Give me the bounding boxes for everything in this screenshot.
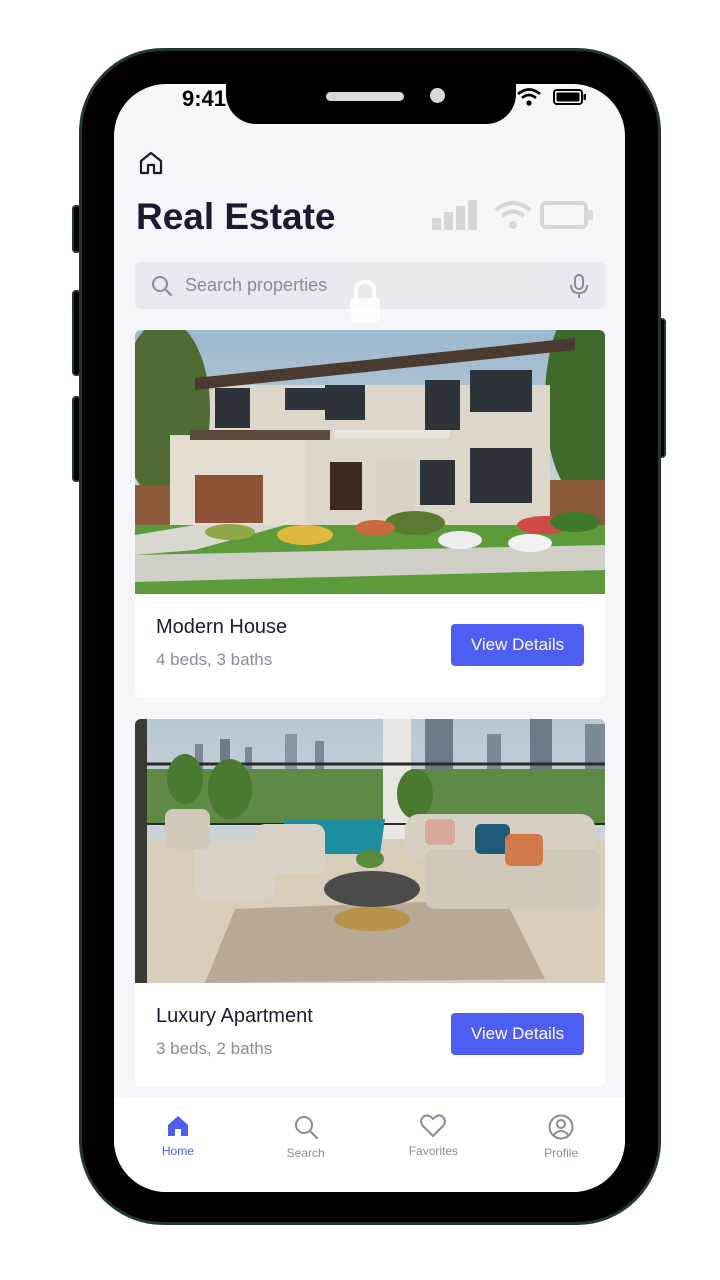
card-body: Luxury Apartment 3 beds, 2 baths View De… — [135, 983, 605, 1087]
battery-icon — [553, 89, 586, 105]
profile-icon — [548, 1114, 574, 1140]
speaker — [326, 92, 404, 101]
nav-label: Profile — [544, 1146, 579, 1160]
listing-details: 3 beds, 2 baths — [156, 1039, 273, 1058]
nav-label: Favorites — [408, 1144, 459, 1158]
home-icon — [167, 1116, 188, 1136]
nav-label: Home — [161, 1144, 194, 1158]
nav-item-favorites[interactable]: Favorites — [383, 1114, 483, 1192]
search-icon — [294, 1116, 318, 1140]
nav-item-profile[interactable]: Profile — [511, 1114, 611, 1192]
camera — [430, 88, 445, 103]
microphone-icon[interactable] — [569, 273, 589, 299]
view-details-button[interactable]: View Details — [451, 624, 584, 666]
search-icon — [152, 275, 173, 296]
view-details-button[interactable]: View Details — [451, 1013, 584, 1055]
property-image[interactable] — [135, 330, 605, 594]
listing-card: Luxury Apartment 3 beds, 2 baths View De… — [135, 719, 605, 1087]
wifi-icon — [494, 201, 532, 229]
listing-title: Modern House — [156, 616, 288, 638]
notch — [226, 84, 516, 124]
lock-icon — [350, 279, 380, 322]
listing-details: 4 beds, 3 baths — [156, 650, 273, 669]
battery-icon — [540, 201, 593, 229]
house-photo — [135, 330, 605, 594]
nav-item-search[interactable]: Search — [256, 1114, 356, 1192]
signal-icon — [432, 200, 477, 230]
apartment-photo — [135, 719, 605, 983]
wifi-icon — [517, 88, 541, 106]
property-image[interactable] — [135, 719, 605, 983]
nav-label: Search — [286, 1146, 325, 1160]
card-body: Modern House 4 beds, 3 baths View Detail… — [135, 594, 605, 698]
page-title: Real Estate — [136, 196, 336, 237]
status-time: 9:41 — [182, 86, 227, 111]
home-icon[interactable] — [138, 150, 164, 176]
bottom-nav: Home Search Favorites Profile — [114, 1098, 625, 1192]
listing-card: Modern House 4 beds, 3 baths View Detail… — [135, 330, 605, 698]
status-icons — [517, 88, 587, 106]
nav-item-home[interactable]: Home — [128, 1114, 228, 1192]
app-screen: 9:41 Real Estate Search properties Moder… — [114, 84, 625, 1192]
heart-icon — [420, 1114, 447, 1137]
ghost-status-icons — [430, 200, 594, 230]
listing-title: Luxury Apartment — [156, 1005, 313, 1027]
